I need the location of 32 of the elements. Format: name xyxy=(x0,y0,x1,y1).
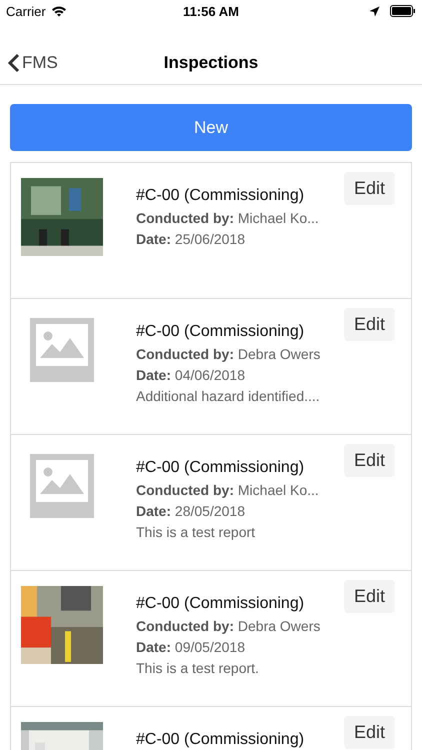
date-text: Date: 28/05/2018 xyxy=(136,503,246,519)
edit-button[interactable]: Edit xyxy=(344,444,395,477)
clock-time: 11:56 AM xyxy=(183,4,239,18)
wifi-icon xyxy=(50,5,67,17)
conducted-by-text: Conducted by: Debra Owers xyxy=(136,346,320,362)
inspection-title: #C-00 (Commissioning) xyxy=(136,731,304,749)
conducted-by-text: Conducted by: Michael Ko... xyxy=(136,210,319,226)
inspection-title: #C-00 (Commissioning) xyxy=(136,459,306,477)
conducted-by-text: Conducted by: Debra Owers xyxy=(136,618,320,634)
edit-button[interactable]: Edit xyxy=(344,172,395,205)
note-text: This is a test report xyxy=(136,524,256,540)
page-title: Inspections xyxy=(164,53,258,73)
new-button[interactable]: New xyxy=(10,104,412,151)
image-placeholder-icon xyxy=(30,454,94,518)
back-chevron-icon xyxy=(8,53,20,73)
carrier-label: Carrier xyxy=(6,4,46,18)
inspection-title: #C-00 (Commissioning) xyxy=(136,595,306,613)
date-text: Date: 04/06/2018 xyxy=(136,367,246,383)
inspection-title: #C-00 (Commissioning) xyxy=(136,323,306,341)
date-text: Date: 09/05/2018 xyxy=(136,639,246,655)
location-arrow-icon xyxy=(369,6,380,16)
inspection-title: #C-00 (Commissioning) xyxy=(136,187,306,205)
date-text: Date: 25/06/2018 xyxy=(136,231,246,247)
battery-icon xyxy=(390,5,416,17)
edit-button[interactable]: Edit xyxy=(344,308,395,341)
edit-button[interactable]: Edit xyxy=(344,716,395,749)
conducted-by-text: Conducted by: Michael Ko... xyxy=(136,482,319,498)
note-text: Additional hazard identified.... xyxy=(136,388,320,404)
image-placeholder-icon xyxy=(30,318,94,382)
note-text: This is a test report. xyxy=(136,660,260,676)
back-button[interactable]: FMS xyxy=(0,53,58,73)
edit-button[interactable]: Edit xyxy=(344,580,395,613)
